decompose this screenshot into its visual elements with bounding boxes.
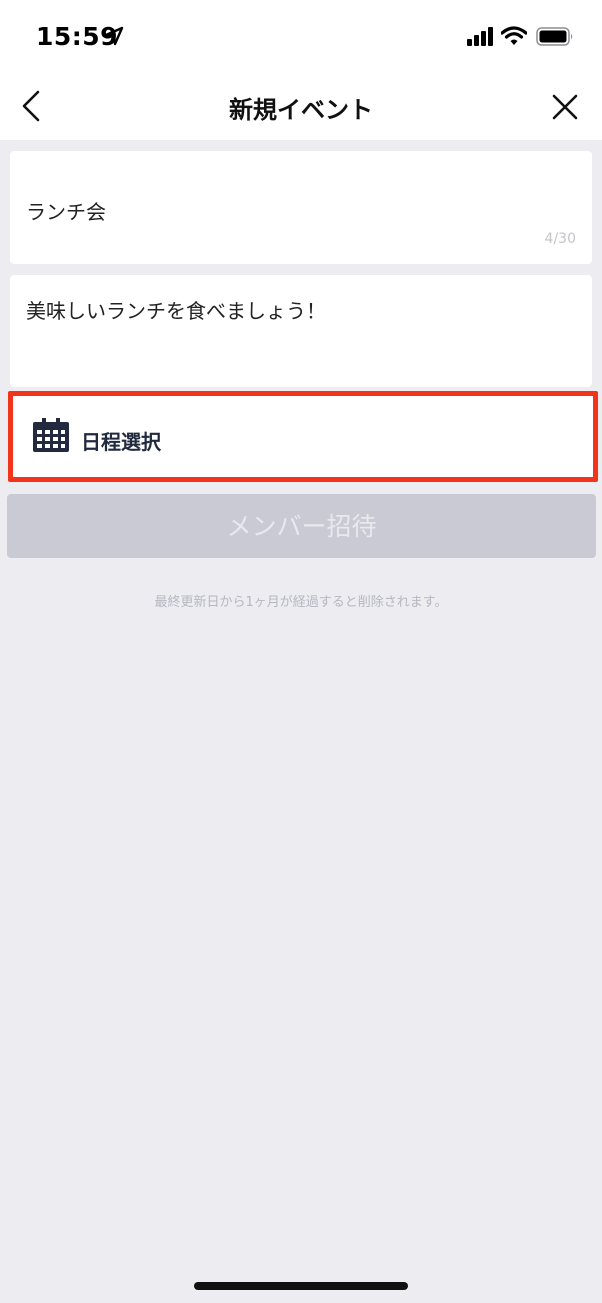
- calendar-icon: [33, 418, 69, 452]
- cellular-signal-icon: [467, 27, 493, 46]
- event-description-value: 美味しいランチを食べましょう！: [26, 299, 326, 323]
- schedule-select-label: 日程選択: [81, 430, 161, 454]
- battery-icon: [536, 27, 573, 46]
- nav-header: 新規イベント: [0, 72, 602, 140]
- wifi-icon: [501, 26, 527, 45]
- screen: 15:59 新規イベント ランチ会 4/30 美味しいランチを食べましょう！ 日…: [0, 0, 602, 1303]
- deletion-note: 最終更新日から1ヶ月が経過すると削除されます。: [154, 595, 448, 610]
- schedule-select-button[interactable]: 日程選択: [8, 391, 598, 482]
- invite-members-button[interactable]: メンバー招待: [7, 494, 596, 558]
- home-indicator: [194, 1282, 408, 1290]
- status-bar: 15:59: [0, 0, 602, 72]
- event-title-value: ランチ会: [26, 200, 106, 224]
- page-title: 新規イベント: [229, 96, 373, 124]
- close-icon[interactable]: [550, 92, 580, 122]
- event-title-field[interactable]: ランチ会 4/30: [10, 151, 592, 264]
- location-arrow-icon: [104, 26, 124, 46]
- title-char-counter: 4/30: [544, 231, 576, 247]
- event-description-field[interactable]: 美味しいランチを食べましょう！: [10, 275, 592, 387]
